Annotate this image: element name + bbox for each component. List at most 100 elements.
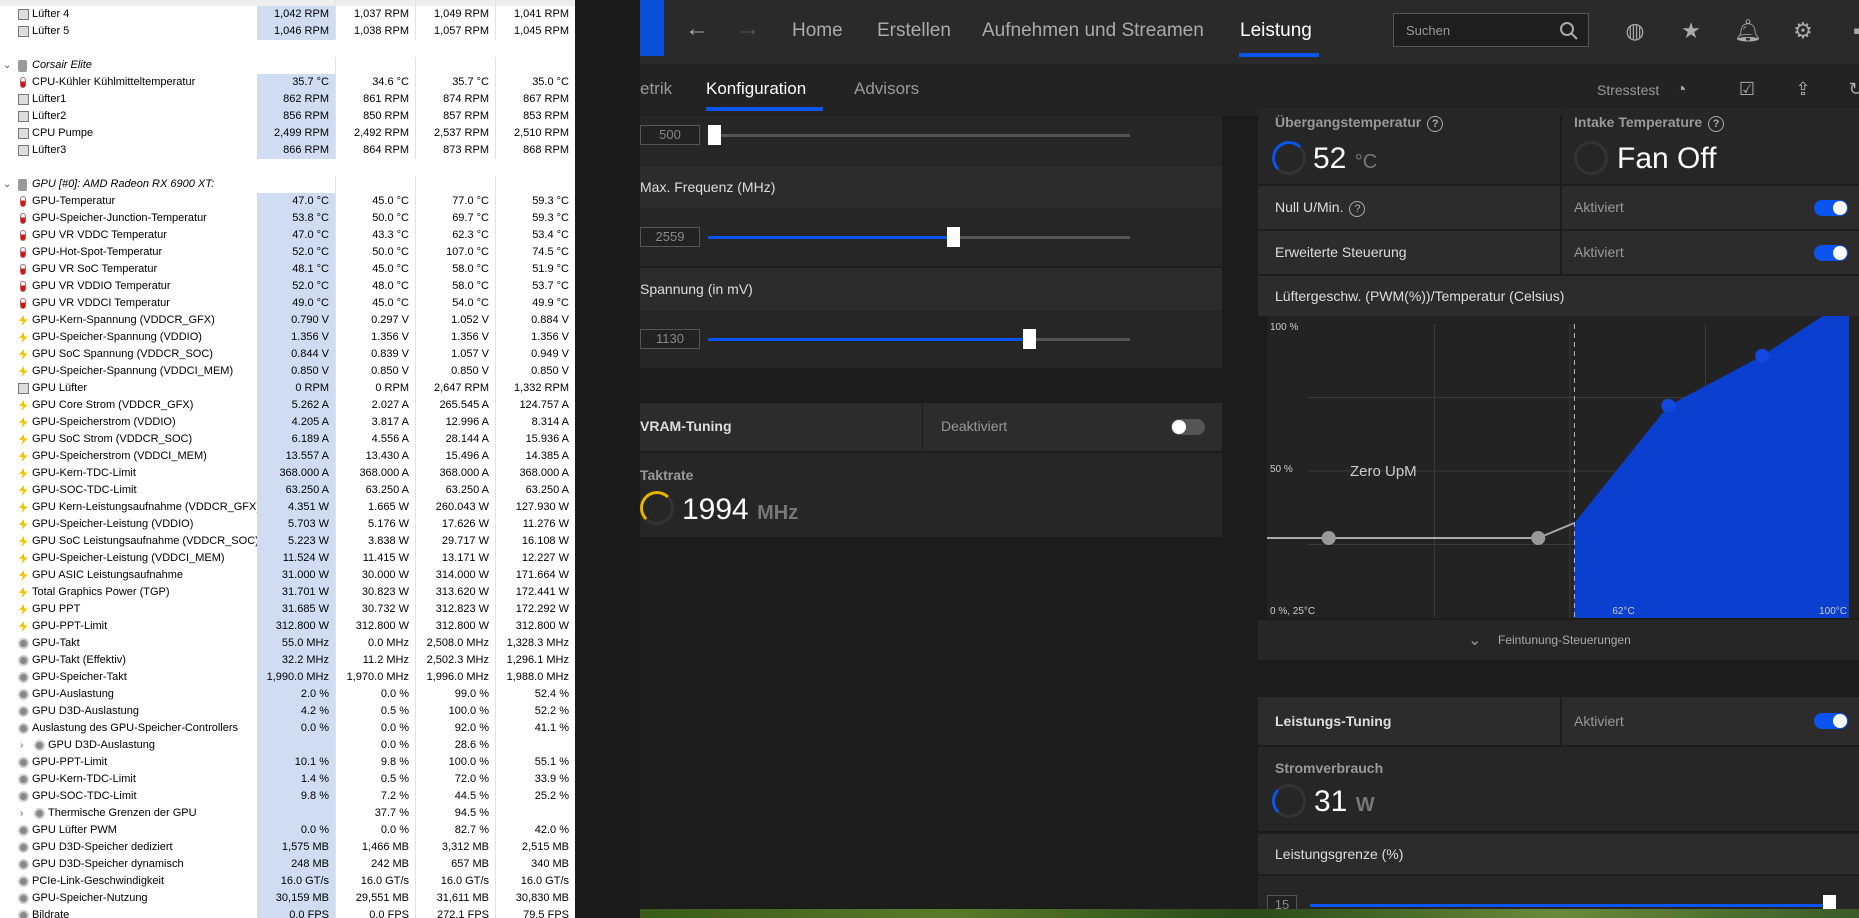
expand-chevron-icon[interactable]: › xyxy=(20,805,23,822)
hwinfo-sensor-row[interactable]: Total Graphics Power (TGP) 31.701 W 30.823… xyxy=(0,584,575,601)
hwinfo-sensor-row[interactable]: › GPU D3D-Auslastung 0.0 % 28.6 % xyxy=(0,737,575,754)
nav-performance[interactable]: Leistung xyxy=(1240,20,1312,42)
fan-curve-chart[interactable]: 100 % 50 % 0 %, 25°C 62°C 100°C Zero UpM xyxy=(1267,286,1859,618)
checklist-icon[interactable]: ☑ xyxy=(1734,76,1760,102)
nav-create[interactable]: Erstellen xyxy=(877,20,951,42)
hwinfo-sensor-row[interactable]: GPU-Hot-Spot-Temperatur 52.0 °C 50.0 °C 107… xyxy=(0,244,575,261)
hwinfo-sensor-row[interactable]: GPU-Temperatur 47.0 °C 45.0 °C 77.0 °C 59.3 … xyxy=(0,193,575,210)
nav-record-stream[interactable]: Aufnehmen und Streamen xyxy=(982,20,1204,42)
tab-configuration[interactable]: Konfiguration xyxy=(706,79,806,99)
expand-chevron-icon[interactable]: › xyxy=(20,737,23,754)
hwinfo-sensor-row[interactable]: Lüfter1 862 RPM 861 RPM 874 RPM 867 RPM xyxy=(0,91,575,108)
help-icon[interactable]: ? xyxy=(1349,201,1366,217)
search-input[interactable]: Suchen xyxy=(1393,13,1589,47)
help-icon[interactable]: ? xyxy=(1708,116,1725,132)
hwinfo-sensor-row[interactable]: CPU-Kühler Kühlmitteltemperatur 35.7 °C 34… xyxy=(0,74,575,91)
curve-point[interactable] xyxy=(1661,398,1676,413)
slider1-value-box[interactable]: 500 xyxy=(640,125,700,145)
hwinfo-sensor-row[interactable]: GPU Core Strom (VDDCR_GFX) 5.262 A 2.027 A… xyxy=(0,397,575,414)
hwinfo-sensor-row[interactable]: GPU Lüfter 0 RPM 0 RPM 2,647 RPM 1,332 RPM xyxy=(0,380,575,397)
perf-tuning-toggle[interactable] xyxy=(1814,713,1848,729)
hwinfo-sensor-row[interactable]: GPU D3D-Speicher dediziert 1,575 MB 1,466 … xyxy=(0,839,575,856)
bell-icon[interactable]: 🔔︎ xyxy=(1734,18,1762,44)
user-icon[interactable]: ▪ xyxy=(1844,18,1859,44)
hwinfo-sensor-row[interactable]: GPU-Speicher-Nutzung 30,159 MB 29,551 MB 31… xyxy=(0,890,575,907)
vram-tuning-toggle[interactable] xyxy=(1171,419,1205,435)
slider1-thumb[interactable] xyxy=(708,125,721,145)
hwinfo-sensor-row[interactable]: GPU-Speicher-Takt 1,990.0 MHz 1,970.0 MHz 1… xyxy=(0,669,575,686)
nav-home[interactable]: Home xyxy=(792,20,843,42)
max-freq-thumb[interactable] xyxy=(946,227,960,247)
hwinfo-sensor-row[interactable]: GPU-Takt (Effektiv) 32.2 MHz 11.2 MHz 2,502… xyxy=(0,652,575,669)
hwinfo-sensor-row[interactable]: Lüfter 5 1,046 RPM 1,038 RPM 1,057 RPM 1,045… xyxy=(0,23,575,40)
hwinfo-sensor-row[interactable]: Lüfter3 866 RPM 864 RPM 873 RPM 868 RPM xyxy=(0,142,575,159)
collapse-chevron-icon[interactable]: ⌄ xyxy=(3,57,11,74)
hwinfo-group-row[interactable]: ⌄ GPU [#0]: AMD Radeon RX 6900 XT: xyxy=(0,176,575,193)
zero-rpm-toggle[interactable] xyxy=(1814,200,1848,216)
finetune-controls-bar[interactable]: ⌄ Feintunung-Steuerungen xyxy=(1258,620,1859,660)
hwinfo-sensor-row[interactable]: GPU ASIC Leistungsaufnahme 31.000 W 30.000… xyxy=(0,567,575,584)
hwinfo-sensor-row[interactable]: GPU Kern-Leistungsaufnahme (VDDCR_GFX) 4.… xyxy=(0,499,575,516)
tab-metrics[interactable]: etrik xyxy=(640,79,672,99)
curve-point[interactable] xyxy=(1755,348,1770,363)
hwinfo-sensor-row[interactable]: GPU D3D-Auslastung 4.2 % 0.5 % 100.0 % 52.2 … xyxy=(0,703,575,720)
hwinfo-sensor-row[interactable]: CPU Pumpe 2,499 RPM 2,492 RPM 2,537 RPM 2,51… xyxy=(0,125,575,142)
hwinfo-group-row[interactable]: ⌄ Corsair Elite xyxy=(0,57,575,74)
hwinfo-sensor-row[interactable]: GPU-Speicher-Leistung (VDDIO) 5.703 W 5.17… xyxy=(0,516,575,533)
max-freq-track[interactable] xyxy=(708,227,1130,247)
voltage-value-box[interactable]: 1130 xyxy=(640,329,700,349)
hwinfo-sensor-row[interactable]: Lüfter 4 1,042 RPM 1,037 RPM 1,049 RPM 1,041… xyxy=(0,6,575,23)
voltage-track[interactable] xyxy=(708,329,1130,349)
power-limit-track[interactable] xyxy=(1310,895,1836,915)
hwinfo-sensor-row[interactable]: GPU-Kern-Spannung (VDDCR_GFX) 0.790 V 0.29… xyxy=(0,312,575,329)
hwinfo-sensor-row[interactable]: GPU SoC Strom (VDDCR_SOC) 6.189 A 4.556 A2… xyxy=(0,431,575,448)
fan-curve-svg[interactable]: 100 % 50 % 0 %, 25°C 62°C 100°C Zero UpM xyxy=(1267,286,1859,618)
voltage-thumb[interactable] xyxy=(1022,329,1036,349)
hwinfo-sensor-row[interactable]: GPU SoC Spannung (VDDCR_SOC) 0.844 V 0.839… xyxy=(0,346,575,363)
hwinfo-sensor-row[interactable]: GPU-Speicher-Spannung (VDDCI_MEM) 0.850 V… xyxy=(0,363,575,380)
zero-rpm-point[interactable] xyxy=(1531,531,1546,545)
export-icon[interactable]: ⇪ xyxy=(1790,76,1816,102)
star-icon[interactable]: ★ xyxy=(1678,18,1704,44)
hwinfo-sensor-row[interactable]: GPU Lüfter PWM 0.0 % 0.0 % 82.7 % 42.0 % xyxy=(0,822,575,839)
hwinfo-sensor-row[interactable]: › Thermische Grenzen der GPU 37.7 % 94.5 % xyxy=(0,805,575,822)
hwinfo-sensor-row[interactable]: GPU VR VDDIO Temperatur 52.0 °C 48.0 °C 58.… xyxy=(0,278,575,295)
hwinfo-sensor-row[interactable]: GPU-Speicherstrom (VDDIO) 4.205 A 3.817 A1… xyxy=(0,414,575,431)
hwinfo-sensor-row[interactable]: GPU VR VDDCI Temperatur 49.0 °C 45.0 °C 54.… xyxy=(0,295,575,312)
hwinfo-sensor-row[interactable]: GPU-PPT-Limit 312.800 W 312.800 W 312.800 W… xyxy=(0,618,575,635)
forward-arrow-icon[interactable]: → xyxy=(736,15,760,43)
hwinfo-sensor-row[interactable]: GPU-Speicherstrom (VDDCI_MEM) 13.557 A 13.… xyxy=(0,448,575,465)
hwinfo-sensor-row[interactable]: GPU-Speicher-Junction-Temperatur 53.8 °C 5… xyxy=(0,210,575,227)
hwinfo-sensor-row[interactable]: GPU-SOC-TDC-Limit 9.8 % 7.2 % 44.5 % 25.2 % xyxy=(0,788,575,805)
settings-icon[interactable]: ↻ xyxy=(1843,76,1859,102)
hwinfo-sensor-row[interactable]: GPU PPT 31.685 W 30.732 W 312.823 W 172.292 … xyxy=(0,601,575,618)
gear-icon[interactable]: ⚙ xyxy=(1790,18,1816,44)
hwinfo-sensor-row[interactable]: PCIe-Link-Geschwindigkeit 16.0 GT/s 16.0 G… xyxy=(0,873,575,890)
back-arrow-icon[interactable]: ← xyxy=(685,15,709,43)
advanced-control-toggle[interactable] xyxy=(1814,245,1848,261)
hwinfo-sensor-row[interactable]: GPU-Takt 55.0 MHz 0.0 MHz 2,508.0 MHz 1,328.… xyxy=(0,635,575,652)
help-icon[interactable]: ? xyxy=(1427,116,1444,132)
hwinfo-sensor-row[interactable]: GPU-Kern-TDC-Limit 1.4 % 0.5 % 72.0 % 33.9 % xyxy=(0,771,575,788)
hwinfo-sensor-row[interactable]: GPU SoC Leistungsaufnahme (VDDCR_SOC) 5.2… xyxy=(0,533,575,550)
hwinfo-sensor-row[interactable]: GPU-Speicher-Leistung (VDDCI_MEM) 11.524 … xyxy=(0,550,575,567)
hwinfo-sensor-row[interactable]: GPU-SOC-TDC-Limit 63.250 A 63.250 A 63.250 … xyxy=(0,482,575,499)
hwinfo-sensor-row[interactable]: GPU D3D-Speicher dynamisch 248 MB 242 MB 65… xyxy=(0,856,575,873)
globe-icon[interactable]: ◍ xyxy=(1622,18,1648,44)
hwinfo-sensor-row[interactable]: GPU-Auslastung 2.0 % 0.0 % 99.0 % 52.4 % xyxy=(0,686,575,703)
hwinfo-sensor-row[interactable]: GPU VR SoC Temperatur 48.1 °C 45.0 °C 58.0 … xyxy=(0,261,575,278)
hwinfo-sensor-row[interactable]: GPU-Kern-TDC-Limit 368.000 A 368.000 A 368.… xyxy=(0,465,575,482)
finetune-controls-label[interactable]: Feintunung-Steuerungen xyxy=(1498,633,1631,647)
gauge-icon[interactable]: ◔ xyxy=(1668,76,1694,102)
collapse-chevron-icon[interactable]: ⌄ xyxy=(3,176,11,193)
tab-stresstest[interactable]: Stresstest xyxy=(1597,82,1659,98)
hwinfo-sensor-row[interactable]: GPU-PPT-Limit 10.1 % 9.8 % 100.0 % 55.1 % xyxy=(0,754,575,771)
hwinfo-sensor-row[interactable]: Bildrate 0.0 FPS 0.0 FPS 272.1 FPS 79.5 FPS xyxy=(0,907,575,918)
chevron-down-icon[interactable]: ⌄ xyxy=(1468,630,1481,650)
slider1-track[interactable] xyxy=(708,125,1130,145)
zero-rpm-point[interactable] xyxy=(1321,531,1336,545)
max-freq-value-box[interactable]: 2559 xyxy=(640,227,700,247)
hwinfo-sensor-row[interactable]: Auslastung des GPU-Speicher-Controllers 0… xyxy=(0,720,575,737)
hwinfo-sensor-row[interactable]: Lüfter2 856 RPM 850 RPM 857 RPM 853 RPM xyxy=(0,108,575,125)
hwinfo-sensor-row[interactable]: GPU-Speicher-Spannung (VDDIO) 1.356 V 1.35… xyxy=(0,329,575,346)
